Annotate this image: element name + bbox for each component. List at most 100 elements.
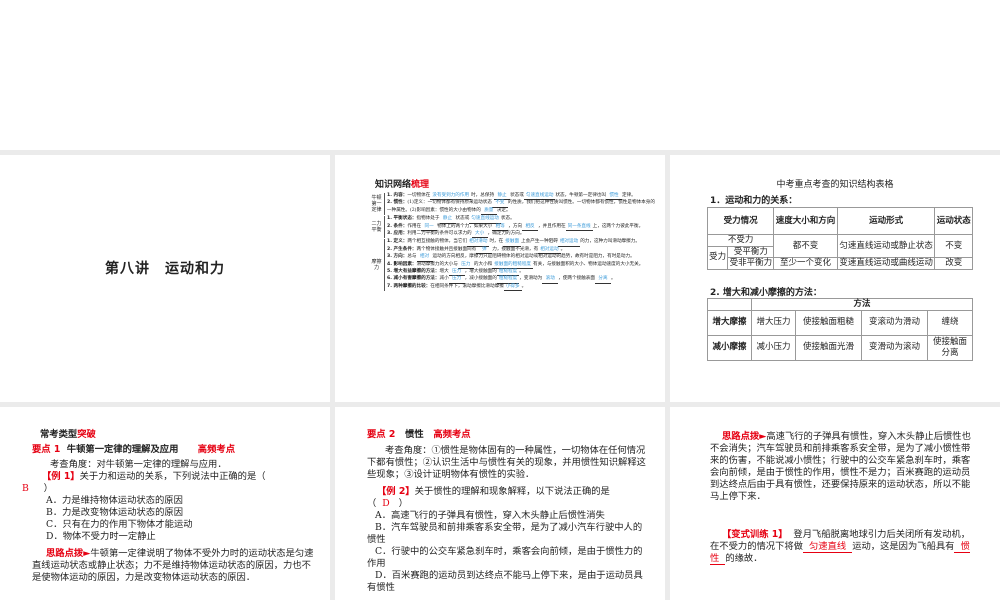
slide-thumbnail-6[interactable]: 思路点拨►高速飞行的子弹具有惯性，穿入木头静止后惯性也不会消失；汽车驾驶员和前排… xyxy=(670,407,1000,600)
item-text: ，方向 xyxy=(508,223,523,229)
item-text: (1)定义：一切物体都有保持原来运动状态 xyxy=(407,200,492,206)
answer: B xyxy=(22,483,29,494)
point-title: 牛顿第一定律的理解及应用 xyxy=(66,444,179,455)
answer-line: （ D ） xyxy=(367,498,649,510)
item-label: 3. 应用： xyxy=(387,231,408,237)
item-text: 状态。 xyxy=(500,216,515,222)
example-question: 【例 2】关于惯性的理解和现象解释，以下说法正确的是 xyxy=(367,486,649,498)
knowledge-item: 4. 影响因素：滑动摩擦力的大小与 压力 的大小和 接触面的粗糙程度 有关，与接触面积的… xyxy=(387,261,656,270)
hint-paragraph: 思路点拨►牛顿第一定律说明了物体不受外力时的运动状态是匀速直线运动状态或静止状态… xyxy=(32,548,314,584)
header-cell: 受力情况 xyxy=(706,207,775,235)
title-red: 梳理 xyxy=(411,180,430,190)
item-text: 的大小和 xyxy=(473,261,493,267)
item-text: 一切物体在 xyxy=(407,193,431,198)
option-a: A．力是维持物体运动状态的原因 xyxy=(46,495,183,506)
paren: ） xyxy=(398,498,408,509)
fill-blank: 接触面 xyxy=(503,239,522,247)
table-cell: 减小压力 xyxy=(751,334,796,361)
slide-thumbnail-5[interactable]: 要点 2 惯性 高频考点 考查角度：①惯性是物体固有的一种属性，一切物体在任何情… xyxy=(335,407,665,600)
table-cell: 变滑动为滚动 xyxy=(861,334,928,361)
empty-cell xyxy=(707,298,752,311)
header-cell: 运动状态 xyxy=(934,207,973,235)
fill-blank: 质量 xyxy=(480,208,497,216)
answer: D xyxy=(382,498,390,509)
item-text: 。 xyxy=(519,269,524,275)
header-cell: 运动形式 xyxy=(836,207,936,235)
table-cell: 匀速直线运动或静止状态 xyxy=(836,234,936,258)
item-label: 5. 增大有益摩擦的方法： xyxy=(387,269,440,275)
paren: （ xyxy=(367,498,377,509)
knowledge-item: 2. 条件：作用在 同一 物体上的两个力，如果大小 相等 ，方向 相反 ，并且作用在 同一条直… xyxy=(387,223,656,232)
frequency-badge: 高频考点 xyxy=(433,429,471,440)
item-text: 状态或 xyxy=(455,216,470,222)
fill-blank: 同一 xyxy=(421,224,438,232)
question-text: 运动，这是因为飞船具有 xyxy=(852,541,955,552)
motion-force-table: 受力情况 速度大小和方向 运动形式 运动状态 不受力 都不变 匀速直线运动或静止状态 不变 … xyxy=(706,207,973,270)
knowledge-item: 1. 平衡状态：指物体处于 静止 状态或 匀速直线运动 状态。 xyxy=(387,216,656,224)
item-label: 4. 影响因素： xyxy=(387,261,417,267)
slide-thumbnail-1[interactable]: 第八讲 运动和力 xyxy=(0,155,330,402)
fill-blank: 静止 xyxy=(439,216,456,224)
option-d: D．物体不受力时一定静止 xyxy=(46,531,156,542)
fill-blank: 分离 xyxy=(595,276,611,284)
item-label: 2. 产生条件： xyxy=(387,246,417,252)
header-cell: 方法 xyxy=(751,298,973,311)
table-cell: 受非平衡力 xyxy=(727,257,775,270)
item-text: 物体上的两个力，如果大小 xyxy=(437,223,493,229)
question-text: 关于力和运动的关系，下列说法中正确的是（ xyxy=(79,471,266,482)
item-text: 决定。 xyxy=(496,207,511,213)
point-title: 惯性 xyxy=(405,429,424,440)
table-cell: 增大压力 xyxy=(751,309,796,336)
table-cell: 受平衡力 xyxy=(727,245,775,258)
item-text: 在相同条件下，滚动摩擦比滑动摩擦 xyxy=(430,283,504,289)
fill-blank: 同一条直线 xyxy=(565,224,593,232)
knowledge-item: 3. 方向：总与 相对 运动的方向相反，摩擦力只是阻碍物体的相对运动或相对运动的趋势… xyxy=(387,254,656,262)
item-label: 1. 定义： xyxy=(387,239,408,245)
knowledge-network: 牛顿第一定律 1. 内容：一切物体在 没有受到力的作用 时，总保持 静止 状态或 匀速直线运… xyxy=(371,193,656,292)
fill-blank: 接触面的粗糙程度 xyxy=(492,262,534,270)
item-label: 2. 惯性： xyxy=(387,200,408,206)
fill-blank: 相对滑动 xyxy=(467,239,490,247)
item-text: 力，接触面不光滑，有 xyxy=(492,246,539,252)
slide-thumbnail-2[interactable]: 知识网络梳理 牛顿第一定律 1. 内容：一切物体在 没有受到力的作用 时，总保持 静止状… xyxy=(335,155,665,402)
knowledge-item: 6. 减小有害摩擦的方法：减小 压力 ，减小接触面的 粗糙程度 ，变滑动为 滚动 ，使两个接… xyxy=(387,276,656,284)
slide-thumbnail-3[interactable]: 中考重点考查的知识结构表格 1．运动和力的关系： 受力情况 速度大小和方向 运动形式… xyxy=(670,155,1000,402)
item-text: 。 xyxy=(521,283,527,289)
heading-black: 常考类型 xyxy=(40,429,78,440)
section-1-title: 1．运动和力的关系： xyxy=(710,196,798,206)
item-label: 3. 方向： xyxy=(387,254,408,260)
fill-blank: 小得多 xyxy=(503,284,522,292)
answer-line: B ） xyxy=(22,483,314,495)
item-text: 减小 xyxy=(439,276,449,282)
item-text: 两个相互接触的物体，当它们 xyxy=(407,239,468,245)
group-label: 二力平衡 xyxy=(371,216,385,239)
option-c: C．行驶中的公交车紧急刹车时，乘客会向前倾，是由于惯性力的作用 xyxy=(367,546,643,569)
fill-blank: 粗糙程度 xyxy=(496,276,520,284)
knowledge-item: 1. 定义：两个相互接触的物体，当它们 相对滑动 时，在 接触面 上会产生一种阻碍 相对运… xyxy=(387,239,656,247)
table-cell: 不变 xyxy=(934,234,973,258)
item-text: 状态或 xyxy=(510,193,524,198)
slide-thumbnail-4[interactable]: 常考类型突破 要点 1 牛顿第一定律的理解及应用 高频考点 考查角度：对牛顿第一… xyxy=(0,407,330,600)
item-text: 的力，这种力叫滑动摩擦力。 xyxy=(580,239,640,245)
example-label: 【例 2】 xyxy=(377,486,415,497)
item-text: 运动的方向相反，摩擦力只是阻碍物体的相对运动或相对运动的趋势，故有时是阻力，有时… xyxy=(432,254,635,260)
item-label: 7. 两种摩擦的比较： xyxy=(387,283,431,289)
item-text: 时，总保持 xyxy=(471,193,495,198)
item-text: ，减小接触面的 xyxy=(464,276,497,282)
exam-angle: 考查角度：对牛顿第一定律的理解与应用． xyxy=(50,459,227,470)
slide-content: 要点 2 惯性 高频考点 考查角度：①惯性是物体固有的一种属性，一切物体在任何情… xyxy=(367,429,649,594)
heading-red: 突破 xyxy=(77,429,96,440)
table-cell: 都不变 xyxy=(773,234,838,258)
fill-blank: 不变 xyxy=(491,200,508,208)
item-text: 时，在 xyxy=(489,239,504,245)
lecture-title: 第八讲 运动和力 xyxy=(105,261,225,277)
fill-blank: 相反 xyxy=(522,224,539,232)
table-cell: 变滚动为滑动 xyxy=(861,309,928,336)
point-number: 要点 1 xyxy=(32,444,61,455)
example-label: 【例 1】 xyxy=(42,471,80,482)
exam-angle: 考查角度：①惯性是物体固有的一种属性，一切物体在任何情况下都有惯性；②认识生活中… xyxy=(367,445,646,480)
key-point-title: 要点 2 惯性 高频考点 xyxy=(367,429,649,441)
section-2-title: 2. 增大和减小摩擦的方法： xyxy=(710,288,822,298)
header-cell: 速度大小和方向 xyxy=(773,207,838,235)
point-number: 要点 2 xyxy=(367,429,396,440)
